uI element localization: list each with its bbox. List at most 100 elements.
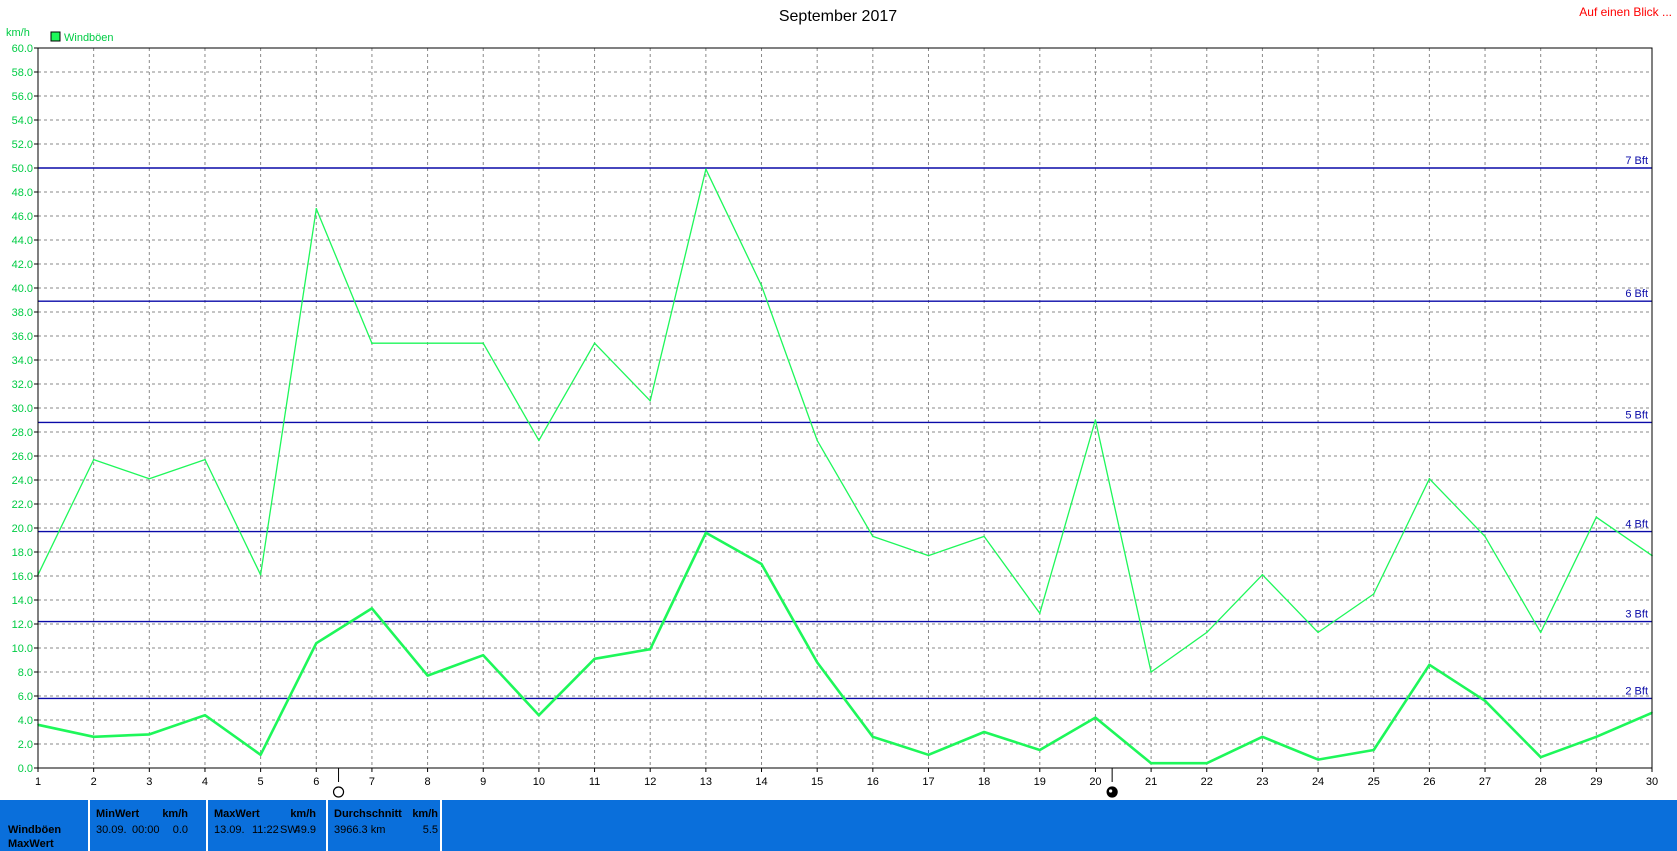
max-date: 13.09.	[214, 824, 245, 836]
data-point-mean	[1539, 756, 1542, 758]
data-point-mean	[705, 532, 707, 534]
x-tick-label: 5	[258, 776, 264, 788]
max-unit: km/h	[290, 808, 316, 820]
y-tick-label: 18.0	[12, 547, 33, 559]
legend: Windböen	[50, 31, 114, 44]
data-point-gust	[92, 458, 95, 461]
y-tick-label: 32.0	[12, 379, 33, 391]
data-point-mean	[1428, 664, 1431, 666]
data-point-mean	[315, 642, 318, 644]
y-tick-label: 14.0	[12, 595, 33, 607]
x-tick-label: 10	[533, 776, 545, 788]
data-point-gust	[1428, 478, 1431, 480]
data-point-mean	[1317, 758, 1319, 761]
data-point-mean	[1094, 716, 1097, 719]
data-point-gust	[983, 535, 985, 538]
y-tick-label: 42.0	[12, 259, 33, 271]
data-point-mean	[1595, 736, 1598, 738]
full-moon-icon	[332, 786, 345, 798]
max-time: 11:22	[252, 824, 279, 836]
y-tick-label: 40.0	[12, 283, 33, 295]
data-point-gust	[649, 400, 651, 402]
at-a-glance-link[interactable]: Auf einen Blick ...	[1579, 5, 1672, 19]
y-tick-label: 22.0	[12, 499, 33, 511]
x-tick-label: 25	[1368, 776, 1380, 788]
x-tick-label: 18	[978, 776, 990, 788]
y-tick-label: 16.0	[12, 571, 33, 583]
chart: September 2017 Auf einen Blick ... km/h …	[6, 5, 1672, 798]
data-point-mean	[983, 731, 985, 733]
data-point-mean	[872, 736, 874, 738]
data-point-gust	[1094, 419, 1097, 421]
data-point-gust	[1150, 671, 1152, 673]
series-layer	[37, 168, 1653, 765]
y-tick-label: 12.0	[12, 619, 33, 631]
data-point-gust	[204, 458, 206, 461]
x-tick-label: 13	[700, 776, 712, 788]
summary-max-box: MaxWert km/h 13.09. 11:22 SW 49.9	[206, 800, 324, 851]
max-value: 49.9	[294, 824, 316, 836]
y-tick-label: 4.0	[18, 715, 33, 727]
data-point-mean	[1150, 762, 1152, 764]
data-point-mean	[1261, 736, 1264, 738]
x-tick-label: 22	[1201, 776, 1213, 788]
data-point-mean	[426, 674, 429, 677]
legend-label: Windböen	[64, 32, 114, 44]
x-tick-label: 20	[1089, 776, 1101, 788]
min-header: MinWert	[96, 808, 140, 820]
min-value: 0.0	[172, 824, 188, 836]
y-unit-label: km/h	[6, 27, 30, 39]
data-point-mean	[1206, 762, 1208, 764]
y-tick-label: 56.0	[12, 91, 33, 103]
y-tick-label: 46.0	[12, 211, 33, 223]
x-tick-label: 27	[1479, 776, 1491, 788]
data-point-gust	[760, 284, 763, 287]
data-point-gust	[816, 439, 818, 442]
data-point-gust	[315, 208, 318, 210]
y-tick-label: 36.0	[12, 331, 33, 343]
summary-panel: Windböen MaxWert MinWert km/h 30.09. 00:…	[0, 800, 1677, 851]
y-tick-label: 2.0	[18, 739, 33, 751]
data-point-gust	[538, 439, 540, 442]
data-point-mean	[482, 654, 485, 656]
y-tick-label: 60.0	[12, 43, 33, 55]
y-tick-label: 26.0	[12, 451, 33, 463]
y-tick-label: 52.0	[12, 139, 33, 151]
axes: 0.0 2.0 4.0 6.0 8.0 10.0 12.0 14.0 16.0 18.0 20.0 2…	[12, 43, 1659, 788]
y-tick-label: 10.0	[12, 643, 33, 655]
new-moon-highlight	[1109, 789, 1113, 793]
data-point-gust	[1261, 574, 1264, 576]
beaufort-label: 2 Bft	[1625, 685, 1648, 697]
data-point-mean	[371, 607, 373, 610]
y-tick-label: 20.0	[12, 523, 33, 535]
beaufort-label: 6 Bft	[1625, 288, 1648, 300]
data-point-gust	[482, 342, 485, 345]
y-tick-label: 28.0	[12, 427, 33, 439]
summary-row-label-max: MaxWert	[8, 838, 54, 850]
data-point-mean	[1039, 749, 1041, 751]
x-tick-label: 30	[1646, 776, 1658, 788]
data-point-gust	[1484, 535, 1486, 538]
data-point-mean	[593, 658, 596, 660]
data-point-mean	[148, 733, 151, 736]
min-unit: km/h	[162, 808, 188, 820]
series-line-gusts	[37, 168, 1653, 673]
x-tick-label: 15	[811, 776, 823, 788]
summary-row-label-gusts: Windböen	[8, 824, 62, 836]
avg-distance: 3966.3 km	[334, 824, 386, 836]
avg-header: Durchschnitt	[334, 808, 402, 820]
x-tick-label: 8	[425, 776, 431, 788]
data-point-gust	[927, 554, 930, 557]
data-point-mean	[760, 563, 763, 565]
data-point-gust	[1206, 631, 1208, 634]
beaufort-lines: 2 Bft 3 Bft 4 Bft 5 Bft 6 Bft 7 Bft	[38, 155, 1652, 700]
x-tick-label: 11	[589, 776, 600, 788]
x-tick-label: 3	[146, 776, 152, 788]
data-point-gust	[1595, 516, 1598, 518]
x-tick-label: 21	[1145, 776, 1157, 788]
avg-unit: km/h	[412, 808, 438, 820]
x-tick-label: 1	[35, 776, 41, 788]
y-tick-label: 8.0	[18, 667, 33, 679]
x-tick-label: 19	[1034, 776, 1046, 788]
y-tick-label: 48.0	[12, 187, 33, 199]
